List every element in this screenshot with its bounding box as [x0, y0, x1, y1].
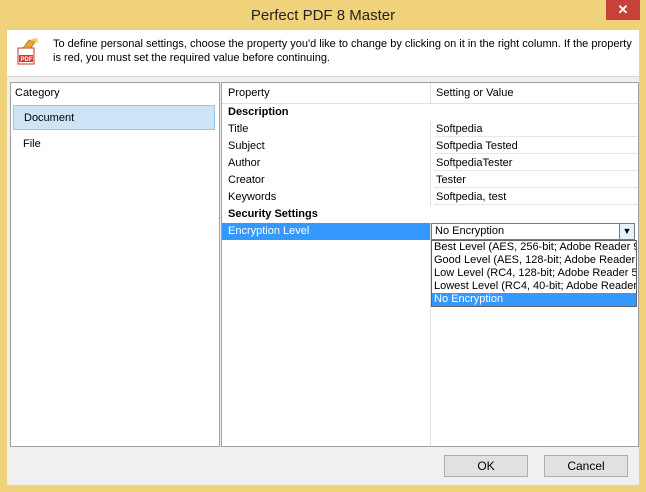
property-row-subject[interactable]: Subject Softpedia Tested — [222, 138, 638, 155]
category-panel: Category Document File — [10, 82, 220, 447]
category-header: Category — [15, 87, 60, 99]
property-name: Encryption Level — [228, 225, 310, 237]
property-row-keywords[interactable]: Keywords Softpedia, test — [222, 189, 638, 206]
title-bar[interactable]: Perfect PDF 8 Master ✕ — [0, 0, 646, 30]
column-header-property[interactable]: Property — [228, 87, 270, 99]
section-description: Description — [222, 104, 638, 121]
close-button[interactable]: ✕ — [606, 0, 640, 20]
ok-button[interactable]: OK — [444, 455, 528, 477]
property-name: Creator — [228, 174, 265, 186]
property-row-title[interactable]: Title Softpedia — [222, 121, 638, 138]
pdf-settings-icon: PDF — [17, 38, 38, 65]
property-name: Subject — [228, 140, 265, 152]
dropdown-option-selected[interactable]: No Encryption — [432, 293, 636, 306]
category-item-label: File — [23, 138, 41, 150]
dialog-window: Perfect PDF 8 Master ✕ PDF To define per… — [0, 0, 646, 492]
property-name: Author — [228, 157, 261, 169]
dropdown-option[interactable]: Best Level (AES, 256-bit; Adobe Reader 9… — [432, 241, 636, 254]
property-value[interactable]: Tester — [434, 172, 638, 188]
cancel-button[interactable]: Cancel — [544, 455, 628, 477]
section-security-settings: Security Settings — [222, 206, 638, 223]
property-row-creator[interactable]: Creator Tester — [222, 172, 638, 189]
dropdown-option[interactable]: Lowest Level (RC4, 40-bit; Adobe Reader … — [432, 280, 636, 293]
dropdown-option[interactable]: Good Level (AES, 128-bit; Adobe Reader 7… — [432, 254, 636, 267]
property-row-author[interactable]: Author SoftpediaTester — [222, 155, 638, 172]
property-value[interactable]: Softpedia Tested — [434, 138, 638, 154]
instruction-band: PDF To define personal settings, choose … — [7, 30, 639, 77]
chevron-down-icon[interactable]: ▼ — [619, 224, 634, 239]
category-item-label: Document — [24, 112, 75, 124]
combobox-value: No Encryption — [435, 225, 505, 237]
dropdown-option[interactable]: Low Level (RC4, 128-bit; Adobe Reader 5) — [432, 267, 636, 280]
instructions-text: To define personal settings, choose the … — [53, 38, 632, 64]
window-title: Perfect PDF 8 Master — [250, 7, 396, 24]
dialog-footer: OK Cancel — [7, 450, 639, 485]
dialog-client: PDF To define personal settings, choose … — [7, 30, 639, 485]
property-value[interactable]: Softpedia — [434, 121, 638, 137]
property-row-encryption-level[interactable]: Encryption Level — [222, 223, 430, 240]
property-name: Title — [228, 123, 249, 135]
close-icon: ✕ — [617, 2, 629, 17]
category-item-file[interactable]: File — [13, 132, 215, 157]
svg-text:PDF: PDF — [21, 57, 33, 63]
column-header-value[interactable]: Setting or Value — [436, 87, 513, 99]
property-name: Keywords — [228, 191, 277, 203]
property-value[interactable]: SoftpediaTester — [434, 155, 638, 171]
category-item-document[interactable]: Document — [13, 105, 215, 130]
property-grid: Property Setting or Value Description Ti… — [221, 82, 639, 447]
encryption-dropdown-list: Best Level (AES, 256-bit; Adobe Reader 9… — [431, 240, 637, 307]
property-value[interactable]: Softpedia, test — [434, 189, 638, 205]
encryption-level-combobox[interactable]: No Encryption ▼ — [431, 223, 635, 240]
